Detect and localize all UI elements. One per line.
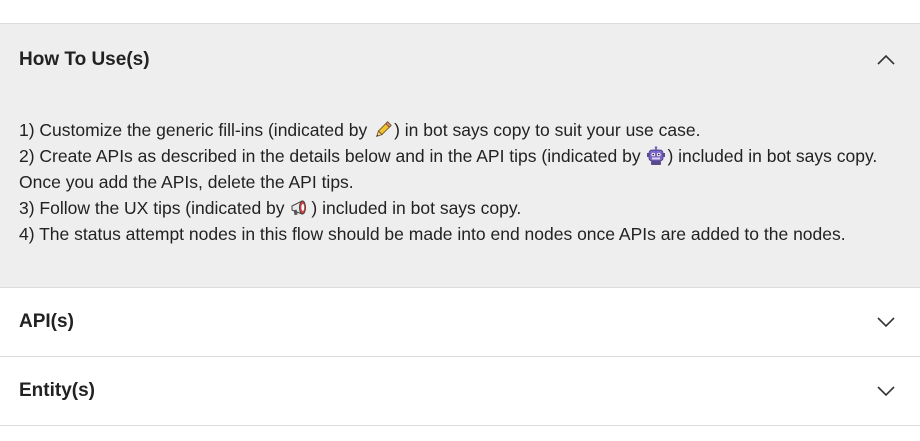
instruction-line-3: Once you add the APIs, delete the API ti… bbox=[19, 169, 901, 195]
robot-icon bbox=[647, 146, 666, 165]
accordion: How To Use(s) 1) Customize the generic f… bbox=[0, 0, 920, 426]
section-apis: API(s) bbox=[0, 288, 920, 357]
instruction-line-2: 2) Create APIs as described in the detai… bbox=[19, 143, 901, 169]
line-text: ) included in bot says copy. bbox=[311, 198, 522, 218]
section-title: How To Use(s) bbox=[19, 48, 150, 70]
chevron-down-icon[interactable] bbox=[876, 381, 896, 401]
top-divider bbox=[0, 0, 920, 24]
line-text: 3) Follow the UX tips (indicated by bbox=[19, 198, 290, 218]
line-text: ) in bot says copy to suit your use case… bbox=[394, 120, 701, 140]
megaphone-icon bbox=[291, 200, 307, 216]
section-header-apis[interactable]: API(s) bbox=[0, 288, 920, 356]
line-text: ) included in bot says copy. bbox=[667, 146, 878, 166]
line-text: Once you add the APIs, delete the API ti… bbox=[19, 172, 354, 192]
instruction-line-5: 4) The status attempt nodes in this flow… bbox=[19, 221, 901, 247]
instruction-line-1: 1) Customize the generic fill-ins (indic… bbox=[19, 117, 901, 143]
chevron-down-icon[interactable] bbox=[876, 312, 896, 332]
section-entities: Entity(s) bbox=[0, 357, 920, 426]
chevron-up-icon[interactable] bbox=[876, 50, 896, 70]
section-body-how-to-use: 1) Customize the generic fill-ins (indic… bbox=[0, 95, 920, 287]
line-text: 1) Customize the generic fill-ins (indic… bbox=[19, 120, 373, 140]
line-text: 4) The status attempt nodes in this flow… bbox=[19, 224, 846, 244]
section-header-how-to-use[interactable]: How To Use(s) bbox=[0, 24, 920, 95]
section-how-to-use: How To Use(s) 1) Customize the generic f… bbox=[0, 24, 920, 288]
section-header-entities[interactable]: Entity(s) bbox=[0, 357, 920, 425]
line-text: 2) Create APIs as described in the detai… bbox=[19, 146, 646, 166]
section-title: Entity(s) bbox=[19, 380, 95, 401]
section-title: API(s) bbox=[19, 311, 74, 332]
pencil-icon bbox=[376, 121, 392, 137]
instruction-line-4: 3) Follow the UX tips (indicated by ) in… bbox=[19, 195, 901, 221]
